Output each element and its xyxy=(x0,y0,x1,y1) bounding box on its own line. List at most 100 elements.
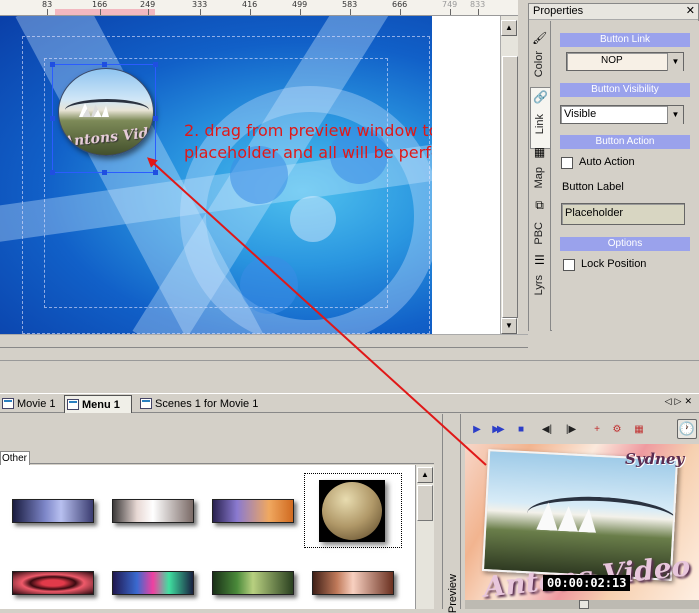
tab-menu-1[interactable]: Menu 1 xyxy=(64,395,132,413)
library-scrollbar[interactable]: ▲ xyxy=(416,465,434,609)
preview-screen[interactable]: Sydney Antons Video 00:00:02:13 xyxy=(465,444,699,609)
ruler-tick: 499 xyxy=(292,0,308,15)
button-label-field[interactable]: Placeholder xyxy=(561,203,685,225)
ruler-tick: 666 xyxy=(392,0,408,15)
selection-box[interactable] xyxy=(50,62,158,175)
settings-icon[interactable]: ⚙ xyxy=(609,422,625,438)
button-style-swatch[interactable] xyxy=(312,571,394,595)
selected-swatch-frame[interactable] xyxy=(304,473,402,548)
preview-side-label: Preview xyxy=(447,574,459,613)
clock-icon[interactable]: 🕐 xyxy=(677,419,697,439)
tab-scenes-1[interactable]: Scenes 1 for Movie 1 xyxy=(138,395,258,413)
resize-handle[interactable] xyxy=(102,170,107,175)
resize-handle[interactable] xyxy=(102,62,107,67)
menu-icon xyxy=(67,399,79,410)
tab-label: Scenes 1 for Movie 1 xyxy=(155,398,259,410)
annotation-line-1: 2. drag from preview window to xyxy=(184,121,432,140)
prev-chapter-icon[interactable]: ◀| xyxy=(539,422,555,438)
button-style-swatch[interactable] xyxy=(212,571,294,595)
stop-icon[interactable]: ■ xyxy=(513,422,529,438)
tab-movie-1[interactable]: Movie 1 xyxy=(0,395,56,413)
button-link-dropdown[interactable]: NOP ▼ xyxy=(566,52,684,71)
button-action-header: Button Action xyxy=(560,135,690,149)
menu-canvas[interactable]: Antons Video 2. drag from preview window… xyxy=(0,16,432,334)
button-link-value: NOP xyxy=(601,55,623,66)
tab-navigation: ◁▷✕ xyxy=(665,396,695,407)
ruler-tick: 83 xyxy=(42,0,53,15)
preview-side-bar: Preview xyxy=(443,414,461,613)
auto-action-label: Auto Action xyxy=(579,156,635,168)
resize-handle[interactable] xyxy=(153,62,158,67)
tab-pbc[interactable]: ⧉ PBC xyxy=(530,196,550,252)
canvas-vertical-scrollbar[interactable]: ▲ ▼ xyxy=(500,16,518,334)
next-chapter-icon[interactable]: |▶ xyxy=(563,422,579,438)
link-properties: Button Link NOP ▼ Button Visibility Visi… xyxy=(552,21,699,331)
resize-handle[interactable] xyxy=(153,116,158,121)
lock-position-checkbox[interactable] xyxy=(563,259,575,271)
link-icon: 🔗 xyxy=(533,90,548,104)
scenes-icon xyxy=(140,398,152,409)
properties-panel: Properties ✕ 🖌 Color 🔗 Link ▦ Map ⧉ PBC … xyxy=(528,3,699,331)
scroll-thumb[interactable] xyxy=(502,56,518,318)
tab-label: Map xyxy=(533,167,545,189)
library-grid xyxy=(0,465,416,609)
button-label-caption: Button Label xyxy=(562,181,624,193)
ruler-tick: 583 xyxy=(342,0,358,15)
tab-label: PBC xyxy=(533,222,545,245)
button-style-swatch[interactable] xyxy=(212,499,294,523)
chevron-down-icon[interactable]: ▼ xyxy=(667,106,683,124)
tab-prev-icon[interactable]: ◁ xyxy=(665,396,675,406)
resize-handle[interactable] xyxy=(50,170,55,175)
panel-divider[interactable] xyxy=(0,360,699,366)
ruler-tick: 333 xyxy=(192,0,208,15)
tab-next-icon[interactable]: ▷ xyxy=(675,396,685,406)
round-button-swatch xyxy=(322,482,382,540)
properties-title: Properties xyxy=(529,4,698,20)
resize-handle[interactable] xyxy=(50,62,55,67)
library-tab-line xyxy=(0,450,434,464)
grid-icon[interactable]: ▦ xyxy=(631,422,647,438)
button-visibility-value: Visible xyxy=(564,108,597,120)
properties-tab-strip: 🖌 Color 🔗 Link ▦ Map ⧉ PBC ☰ Lyrs xyxy=(529,21,551,331)
button-visibility-dropdown[interactable]: Visible ▼ xyxy=(560,105,684,124)
library-panel: Other ▲ xyxy=(0,414,442,609)
document-tab-bar: Movie 1 Menu 1 Scenes 1 for Movie 1 ◁▷✕ xyxy=(0,393,699,413)
preview-timecode: 00:00:02:13 xyxy=(543,575,631,591)
scroll-down-button[interactable]: ▼ xyxy=(501,318,517,334)
panel-splitter[interactable] xyxy=(518,0,528,334)
button-link-header: Button Link xyxy=(560,33,690,47)
tab-label: Menu 1 xyxy=(82,399,120,411)
ruler-tick: 749 xyxy=(442,0,458,15)
horizontal-scrollbar-area xyxy=(0,334,528,348)
add-marker-icon[interactable]: + xyxy=(589,422,605,438)
resize-handle[interactable] xyxy=(153,170,158,175)
timeline-thumb[interactable] xyxy=(579,600,589,609)
scroll-up-button[interactable]: ▲ xyxy=(417,467,433,483)
tab-label: Movie 1 xyxy=(17,398,56,410)
preview-timeline-slider[interactable] xyxy=(465,600,699,609)
scroll-up-button[interactable]: ▲ xyxy=(501,20,517,36)
tab-other[interactable]: Other xyxy=(0,451,30,465)
ruler-tick: 249 xyxy=(140,0,156,15)
button-style-swatch[interactable] xyxy=(12,499,94,523)
tab-layers[interactable]: ☰ Lyrs xyxy=(530,251,550,307)
tab-map[interactable]: ▦ Map xyxy=(530,143,550,199)
tab-label: Lyrs xyxy=(533,275,545,296)
pbc-icon: ⧉ xyxy=(535,198,544,212)
scroll-thumb[interactable] xyxy=(417,485,433,521)
chevron-down-icon[interactable]: ▼ xyxy=(667,53,683,71)
play-icon[interactable]: ▶ xyxy=(469,422,485,438)
button-style-swatch[interactable] xyxy=(112,571,194,595)
resize-handle[interactable] xyxy=(50,116,55,121)
tab-link[interactable]: 🔗 Link xyxy=(530,87,550,149)
annotation-line-2: placeholder and all will be perfect xyxy=(184,143,432,162)
close-icon[interactable]: ✕ xyxy=(684,396,695,406)
button-style-swatch[interactable] xyxy=(112,499,194,523)
fast-forward-icon[interactable]: ▶▶ xyxy=(489,422,505,438)
round-button-tile xyxy=(319,480,385,542)
auto-action-checkbox[interactable] xyxy=(561,157,573,169)
preview-title-text: Sydney xyxy=(625,450,685,468)
close-icon[interactable]: ✕ xyxy=(686,4,695,19)
button-style-swatch[interactable] xyxy=(12,571,94,595)
ruler-selection-highlight xyxy=(55,9,155,15)
